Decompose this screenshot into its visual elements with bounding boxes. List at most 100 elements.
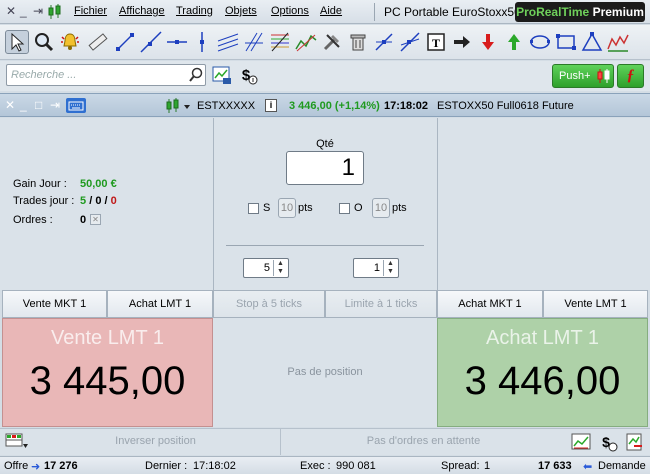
candlestick-icon[interactable] <box>164 97 192 115</box>
pin-icon[interactable]: ⇥ <box>33 4 43 18</box>
stop-ticks-stepper[interactable]: 5 ▲ ▼ <box>243 258 289 278</box>
sell-market-button[interactable]: Vente MKT 1 <box>2 290 107 318</box>
candlestick-icon <box>46 3 64 24</box>
line-tool-icon[interactable] <box>139 30 163 54</box>
minimize-icon[interactable]: _ <box>20 4 27 18</box>
export-icon[interactable] <box>624 432 646 452</box>
demand-value: 17 633 <box>538 460 572 472</box>
fibonacci-icon[interactable] <box>268 30 292 54</box>
trash-icon[interactable] <box>346 30 370 54</box>
menu-separator <box>374 3 375 21</box>
horizontal-line-icon[interactable] <box>165 30 189 54</box>
stepper-arrows-icon[interactable]: ▲ ▼ <box>383 260 397 276</box>
stepper-arrows-icon[interactable]: ▲ ▼ <box>273 260 287 276</box>
limit-ticks-stepper[interactable]: 1 ▲ ▼ <box>353 258 399 278</box>
zoom-icon[interactable] <box>32 30 56 54</box>
vertical-line-icon[interactable] <box>190 30 214 54</box>
minimize-icon[interactable]: _ <box>20 98 27 112</box>
chart-icon[interactable] <box>571 432 593 452</box>
parallel-lines-icon[interactable] <box>242 30 266 54</box>
trades-won: 5 <box>80 195 87 207</box>
info-icon[interactable]: i <box>265 99 277 112</box>
objective-points-field[interactable]: 10 <box>372 198 390 218</box>
demand-label: Demande <box>598 460 646 472</box>
invert-position-button[interactable]: Inverser position <box>31 429 281 455</box>
search-input[interactable] <box>6 64 206 86</box>
price-time: 17:18:02 <box>384 100 429 112</box>
chart-pattern-icon[interactable] <box>606 30 630 54</box>
sell-limit-box[interactable]: Vente LMT 1 3 445,00 <box>2 318 213 427</box>
arrow-down-icon[interactable] <box>476 30 500 54</box>
column-divider <box>213 118 214 290</box>
ruler-icon[interactable] <box>86 30 110 54</box>
column-divider <box>437 118 438 290</box>
order-panel-header: ✕ _ □ ⇥ ESTXXXXX i 3 446,00 (+1,14%) 17:… <box>0 93 650 117</box>
screener-icon[interactable] <box>211 64 233 86</box>
arrow-up-icon[interactable] <box>502 30 526 54</box>
trades-value: 5 / 0 / 0 <box>80 195 117 207</box>
grid-layout-icon[interactable] <box>5 432 29 452</box>
channel-tool-icon[interactable] <box>216 30 240 54</box>
keyboard-icon[interactable] <box>66 98 86 113</box>
sell-box-title: Vente LMT 1 <box>50 327 165 349</box>
exec-label: Exec : <box>300 460 331 472</box>
alert-bell-icon[interactable] <box>58 30 82 54</box>
segment-tool-icon[interactable] <box>113 30 137 54</box>
menu-options[interactable]: Options <box>271 5 309 17</box>
stop-ticks-value: 5 <box>263 262 270 274</box>
text-tool-icon[interactable]: T <box>424 30 448 54</box>
stop-checkbox[interactable] <box>248 203 259 214</box>
close-icon[interactable]: ✕ <box>6 4 16 18</box>
sell-box-price: 3 445,00 <box>29 359 186 403</box>
buy-limit-button[interactable]: Achat LMT 1 <box>107 290 213 318</box>
orders-label: Ordres : <box>13 214 53 226</box>
dollar-icon[interactable]: $ <box>598 432 620 452</box>
menu-bar: ✕ _ ⇥ Fichier Affichage Trading Objets O… <box>0 0 650 24</box>
close-icon[interactable]: ✕ <box>5 98 15 112</box>
pointer-tool[interactable] <box>5 30 29 54</box>
sell-limit-button[interactable]: Vente LMT 1 <box>543 290 648 318</box>
position-status: Pas de position <box>287 366 363 378</box>
push-plus-label: Push+ <box>559 70 591 82</box>
exec-value: 990 081 <box>336 460 376 472</box>
stop-points-field[interactable]: 10 <box>278 198 296 218</box>
menu-objets[interactable]: Objets <box>225 5 257 17</box>
rectangle-tool-icon[interactable] <box>554 30 578 54</box>
ellipse-tool-icon[interactable] <box>528 30 552 54</box>
push-plus-button[interactable]: Push+ <box>552 64 614 88</box>
trades-sep: / <box>89 195 93 207</box>
function-button[interactable]: ƒ <box>617 64 644 88</box>
stop-pts-label: pts <box>298 202 313 214</box>
pin-icon[interactable]: ⇥ <box>50 98 60 112</box>
maximize-icon[interactable]: □ <box>35 98 42 112</box>
triangle-tool-icon[interactable] <box>580 30 604 54</box>
dollar-icon[interactable]: $ <box>238 64 260 86</box>
menu-aide[interactable]: Aide <box>320 5 342 17</box>
cancel-orders-icon[interactable]: ✕ <box>90 214 101 225</box>
trades-neutral: 0 <box>95 195 102 207</box>
buy-limit-box[interactable]: Achat LMT 1 3 446,00 <box>437 318 648 427</box>
pitchfork-icon[interactable] <box>294 30 318 54</box>
stop-ticks-button[interactable]: Stop à 5 ticks <box>213 290 325 318</box>
quantity-field[interactable]: 1 <box>286 151 364 185</box>
objective-checkbox[interactable] <box>339 203 350 214</box>
instrument-code[interactable]: ESTXXXXX <box>197 100 255 112</box>
menu-affichage[interactable]: Affichage <box>119 5 165 17</box>
spread-label: Spread: <box>441 460 480 472</box>
tools-icon[interactable] <box>320 30 344 54</box>
last-value: 17:18:02 <box>193 460 236 472</box>
menu-trading[interactable]: Trading <box>176 5 213 17</box>
divider <box>226 245 424 246</box>
arrow-right-icon[interactable] <box>450 30 474 54</box>
demand-arrow-icon: ⬅ <box>583 461 593 473</box>
function-icon: ƒ <box>626 67 635 84</box>
menu-fichier[interactable]: Fichier <box>74 5 107 17</box>
objective-pts-label: pts <box>392 202 407 214</box>
search-icon[interactable] <box>188 67 204 83</box>
gain-label: Gain Jour : <box>13 178 67 190</box>
price-change: 3 446,00 (+1,14%) <box>289 100 380 112</box>
limit-ticks-button[interactable]: Limite à 1 ticks <box>325 290 437 318</box>
cross-lines-icon[interactable] <box>372 30 396 54</box>
trend-fan-icon[interactable] <box>398 30 422 54</box>
buy-market-button[interactable]: Achat MKT 1 <box>437 290 543 318</box>
